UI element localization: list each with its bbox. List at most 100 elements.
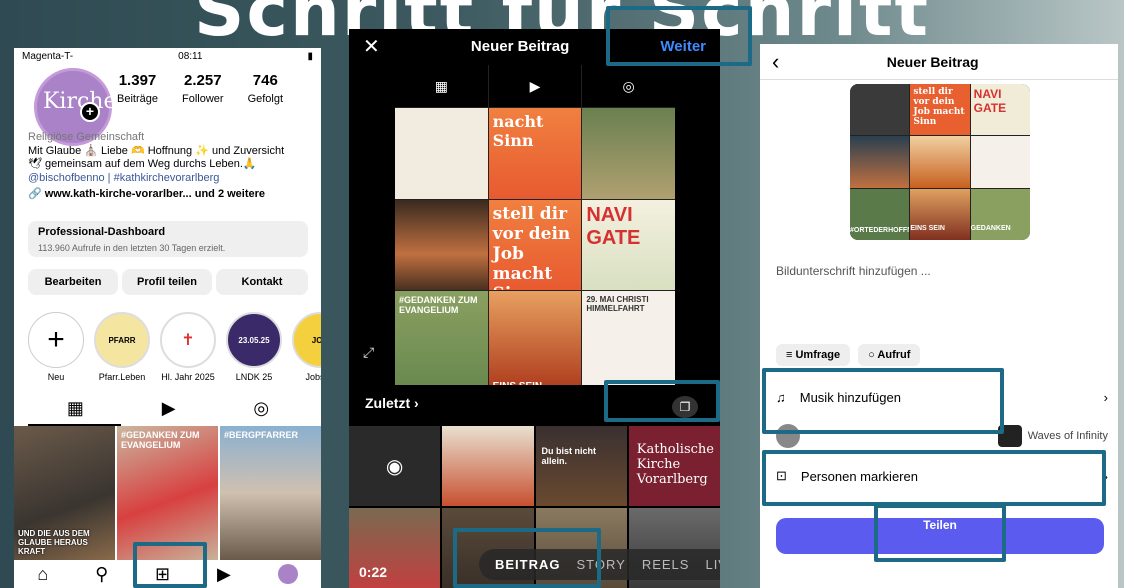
post-grid: UND DIE AUS DEM GLAUBE HERAUS KRAFT #GED… bbox=[14, 426, 321, 560]
stat-followers[interactable]: 2.257 Follower bbox=[182, 72, 224, 107]
tagged-icon[interactable]: ◎ bbox=[582, 65, 675, 107]
mode-live[interactable]: LIV bbox=[705, 557, 720, 572]
edit-button[interactable]: Bearbeiten bbox=[28, 269, 118, 295]
preview-tile: nacht Sinn bbox=[488, 108, 582, 199]
bio-line: 🕊 gemeinsam auf dem Weg durchs Leben.🙏 bbox=[28, 158, 257, 170]
prompt-chip[interactable]: ○ Aufruf bbox=[858, 344, 921, 366]
poll-chip[interactable]: ≡ Umfrage bbox=[776, 344, 851, 366]
gallery-item[interactable] bbox=[442, 426, 534, 506]
highlight-label: Hl. Jahr 2025 bbox=[161, 372, 215, 382]
post-thumbnail[interactable]: stell dir vor dein Job macht Sinn NAVI G… bbox=[850, 84, 1030, 240]
share-header: ‹ Neuer Beitrag bbox=[760, 44, 1118, 80]
post-preview-grid: ▦ ▶ ◎ nacht Sinn stell dir vor dein Job … bbox=[395, 65, 675, 385]
story-highlights: + Neu PFARR Pfarr.Leben ✝ Hl. Jahr 2025 23.… bbox=[28, 312, 321, 382]
highlight-lndk[interactable]: 23.05.25 LNDK 25 bbox=[226, 312, 282, 382]
highlight-add-music bbox=[762, 368, 1004, 434]
back-icon[interactable]: ‹ bbox=[772, 49, 779, 75]
status-bar: Magenta-T- 08:11 ▮ bbox=[14, 48, 321, 64]
profile-buttons: Bearbeiten Profil teilen Kontakt bbox=[28, 269, 308, 295]
new-post-screen: ✕ Neuer Beitrag Weiter ▦ ▶ ◎ nacht Sinn … bbox=[349, 29, 720, 588]
tagged-icon[interactable]: ◎ bbox=[253, 398, 269, 419]
highlight-label: Neu bbox=[47, 372, 65, 382]
highlight-label: LNDK 25 bbox=[235, 372, 273, 382]
highlight-new[interactable]: + Neu bbox=[28, 312, 84, 382]
preview-tile bbox=[395, 108, 488, 199]
mode-reels[interactable]: REELS bbox=[642, 557, 690, 572]
highlight-share-button bbox=[874, 504, 1006, 562]
thumb-tile bbox=[850, 136, 910, 188]
reels-icon[interactable]: ▶ bbox=[162, 398, 176, 419]
add-story-icon[interactable]: + bbox=[80, 102, 100, 122]
stat-label: Beiträge bbox=[117, 93, 158, 105]
thumb-tile: GEDANKEN bbox=[970, 188, 1030, 240]
carrier: Magenta-T- bbox=[22, 51, 74, 62]
reels-nav-icon[interactable]: ▶ bbox=[217, 564, 231, 585]
highlight-tag-people bbox=[762, 450, 1106, 506]
battery-icon: ▮ bbox=[307, 51, 313, 62]
grid-icon[interactable]: ▦ bbox=[395, 65, 488, 107]
grid-icon[interactable]: ▦ bbox=[67, 398, 84, 419]
highlight-jahr[interactable]: ✝ Hl. Jahr 2025 bbox=[160, 312, 216, 382]
gallery-item[interactable]: Katholische Kirche Vorarlberg bbox=[628, 426, 720, 506]
grid-post[interactable]: #BERGPFARRER bbox=[220, 426, 321, 560]
post-caption: #BERGPFARRER bbox=[224, 430, 299, 440]
gallery-item[interactable]: 0:22 bbox=[349, 508, 441, 588]
post-caption: #GEDANKEN ZUM EVANGELIUM bbox=[121, 430, 200, 450]
stat-posts[interactable]: 1.397 Beiträge bbox=[117, 72, 158, 107]
thumb-tile: EINS SEIN bbox=[910, 188, 970, 240]
dashboard-subtitle: 113.960 Aufrufe in den letzten 30 Tagen … bbox=[38, 243, 226, 253]
highlight-next-button bbox=[606, 6, 752, 66]
stat-label: Follower bbox=[181, 93, 224, 105]
thumb-tile: stell dir vor dein Job macht Sinn bbox=[910, 84, 970, 136]
highlight-multi-select bbox=[604, 380, 720, 422]
profile-nav-icon[interactable] bbox=[277, 564, 298, 584]
highlight-jobs[interactable]: JOB Jobs m bbox=[292, 312, 321, 382]
close-icon[interactable]: ✕ bbox=[363, 34, 380, 59]
thumb-tile bbox=[970, 136, 1030, 188]
preview-tile: EINS SEIN bbox=[488, 291, 582, 385]
preview-tile: 29. MAI CHRISTI HIMMELFAHRT bbox=[582, 291, 675, 385]
plus-icon: + bbox=[28, 312, 84, 368]
stat-value: 2.257 bbox=[184, 72, 222, 89]
preview-tile: #GEDANKEN ZUM EVANGELIUM bbox=[395, 291, 488, 385]
stat-value: 1.397 bbox=[118, 72, 157, 89]
professional-dashboard[interactable]: Professional-Dashboard 113.960 Aufrufe i… bbox=[28, 221, 308, 257]
expand-icon[interactable]: ⤢ bbox=[363, 344, 374, 361]
recent-dropdown[interactable]: Zuletzt › bbox=[365, 395, 419, 411]
website-link[interactable]: 🔗 www.kath-kirche-vorarlber... und 2 wei… bbox=[28, 188, 318, 202]
caption-chips: ≡ Umfrage ○ Aufruf bbox=[776, 344, 921, 366]
preview-tile bbox=[582, 108, 675, 199]
highlight-label: Jobs m bbox=[305, 372, 321, 382]
stat-label: Gefolgt bbox=[247, 93, 284, 105]
camera-icon[interactable]: ◉ bbox=[349, 426, 441, 506]
gallery-item[interactable]: Du bist nicht allein. bbox=[535, 426, 627, 506]
home-icon[interactable]: ⌂ bbox=[37, 564, 48, 585]
profile-bio: Religiöse Gemeinschaft Mit Glaube ⛪ Lieb… bbox=[28, 131, 318, 202]
highlight-pfarr[interactable]: PFARR Pfarr.Leben bbox=[94, 312, 150, 382]
stat-value: 746 bbox=[252, 72, 278, 89]
mentions-link[interactable]: @bischofbenno | #kathkirchevorarlberg bbox=[28, 172, 318, 186]
bio-line: Mit Glaube ⛪ Liebe 🫶 Hoffnung ✨ und Zuve… bbox=[28, 144, 285, 157]
highlight-create-button bbox=[133, 542, 207, 588]
track-name[interactable]: Waves of Infinity bbox=[1028, 430, 1108, 442]
category: Religiöse Gemeinschaft bbox=[28, 131, 145, 143]
thumb-tile: #ORTEDERHOFFNUNG bbox=[850, 188, 910, 240]
new-post-title: Neuer Beitrag bbox=[470, 37, 570, 55]
search-icon[interactable]: ⚲ bbox=[95, 564, 108, 585]
grid-post[interactable]: #GEDANKEN ZUM EVANGELIUM bbox=[117, 426, 218, 560]
thumb-tile bbox=[910, 136, 970, 188]
reels-icon[interactable]: ▶ bbox=[488, 65, 582, 107]
stat-following[interactable]: 746 Gefolgt bbox=[248, 72, 283, 107]
profile-stats: 1.397 Beiträge 2.257 Follower 746 Gefolgt bbox=[117, 72, 283, 107]
highlight-cover: PFARR bbox=[94, 312, 150, 368]
jubilee-logo-icon: ✝ bbox=[160, 312, 216, 368]
highlight-cover: 23.05.25 bbox=[226, 312, 282, 368]
caption-input[interactable]: Bildunterschrift hinzufügen ... bbox=[776, 264, 931, 278]
clock: 08:11 bbox=[178, 51, 203, 62]
highlight-cover: JOB bbox=[292, 312, 321, 368]
grid-post[interactable]: UND DIE AUS DEM GLAUBE HERAUS KRAFT bbox=[14, 426, 115, 560]
contact-button[interactable]: Kontakt bbox=[216, 269, 308, 295]
share-profile-button[interactable]: Profil teilen bbox=[122, 269, 212, 295]
video-duration: 0:22 bbox=[359, 564, 388, 580]
instagram-profile-screen: Magenta-T- 08:11 ▮ Kirche + 1.397 Beiträg… bbox=[14, 48, 321, 588]
